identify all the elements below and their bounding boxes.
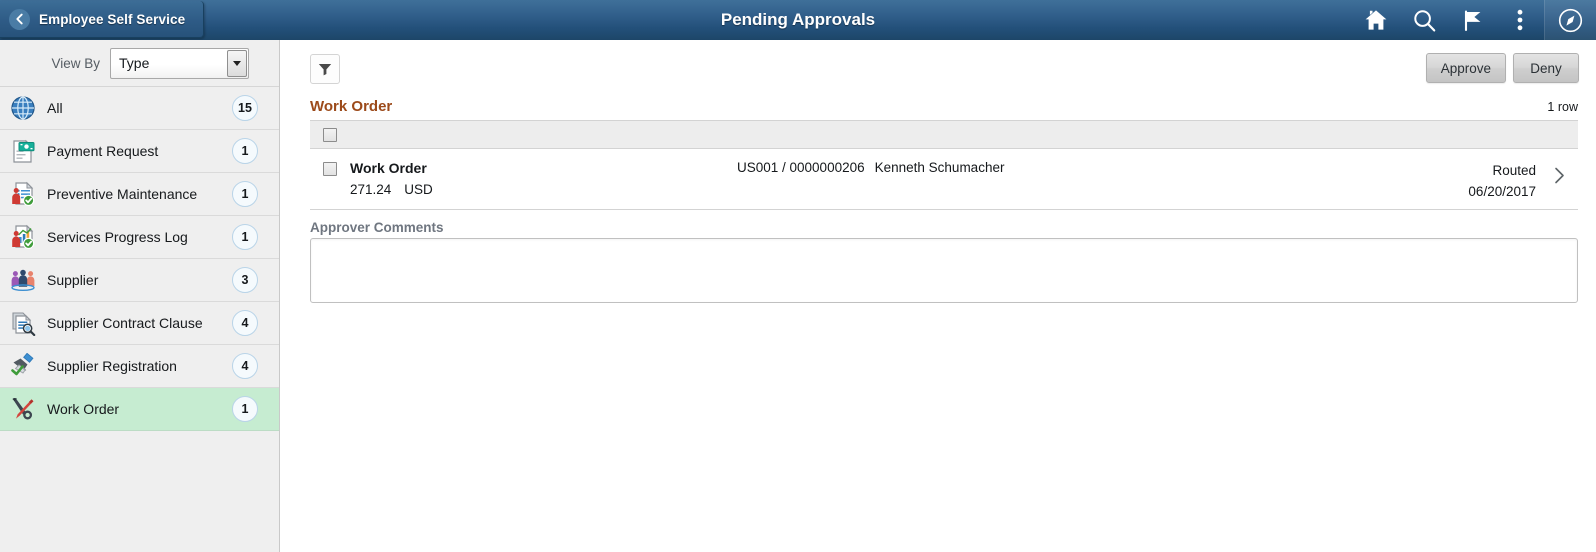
- row-primary-cell: Work Order 271.24 USD: [350, 159, 433, 200]
- status-badge: Routed: [1492, 163, 1536, 178]
- section-header: Work Order 1 row: [310, 98, 1578, 120]
- approval-action-buttons: Approve Deny: [1425, 53, 1579, 83]
- app-header: Employee Self Service Pending Approvals: [0, 0, 1596, 40]
- sidebar-item-preventive-maintenance[interactable]: Preventive Maintenance 1: [0, 173, 279, 216]
- globe-icon: [8, 93, 38, 123]
- row-status-cell: Routed 06/20/2017: [1468, 160, 1536, 202]
- sidebar-item-count: 4: [232, 310, 258, 336]
- back-button[interactable]: Employee Self Service: [0, 1, 205, 38]
- sidebar-item-supplier[interactable]: Supplier 3: [0, 259, 279, 302]
- sidebar-item-payment-request[interactable]: Payment Request 1: [0, 130, 279, 173]
- deny-button[interactable]: Deny: [1513, 53, 1579, 83]
- sidebar-item-count: 1: [232, 396, 258, 422]
- row-title: Work Order: [350, 160, 427, 176]
- header-icon-group: [1352, 0, 1596, 40]
- sidebar-item-count: 1: [232, 138, 258, 164]
- approvals-grid: Work Order 271.24 USD US001 / 0000000206 K…: [310, 120, 1578, 210]
- approver-comments-label: Approver Comments: [310, 220, 444, 235]
- chevron-left-icon: [9, 8, 30, 30]
- home-icon[interactable]: [1352, 0, 1400, 40]
- sidebar-item-label: Supplier: [47, 272, 99, 288]
- row-business-unit-id: US001 / 0000000206: [737, 160, 865, 175]
- sidebar-item-count: 4: [232, 353, 258, 379]
- chevron-down-icon[interactable]: [227, 49, 247, 77]
- row-count-label: 1 row: [1547, 100, 1578, 114]
- row-currency: USD: [404, 182, 433, 197]
- sidebar-item-services-progress-log[interactable]: Services Progress Log 1: [0, 216, 279, 259]
- search-icon[interactable]: [1400, 0, 1448, 40]
- supplier-contract-clause-icon: [8, 308, 38, 338]
- sidebar-item-label: Supplier Registration: [47, 358, 177, 374]
- view-by-label: View By: [51, 55, 100, 71]
- navbar-compass-icon[interactable]: [1544, 0, 1596, 40]
- page-body: View By Type All 15 Payment Request 1 Pr…: [0, 40, 1596, 552]
- approver-comments-input[interactable]: [310, 238, 1578, 303]
- preventive-maintenance-icon: [8, 179, 38, 209]
- table-row[interactable]: Work Order 271.24 USD US001 / 0000000206 K…: [310, 149, 1578, 210]
- sidebar-item-count: 1: [232, 181, 258, 207]
- view-by-bar: View By Type: [0, 40, 279, 87]
- sidebar-item-label: Payment Request: [47, 143, 159, 159]
- work-order-section: Work Order 1 row Work Order 271.24 USD U…: [280, 98, 1596, 210]
- sidebar-item-supplier-contract-clause[interactable]: Supplier Contract Clause 4: [0, 302, 279, 345]
- sidebar-item-count: 15: [232, 95, 258, 121]
- actions-menu-icon[interactable]: [1496, 0, 1544, 40]
- row-date: 06/20/2017: [1468, 184, 1536, 199]
- content-toolbar: Approve Deny: [280, 40, 1596, 98]
- sidebar: View By Type All 15 Payment Request 1 Pr…: [0, 40, 280, 552]
- sidebar-item-label: Preventive Maintenance: [47, 186, 198, 202]
- notifications-flag-icon[interactable]: [1448, 0, 1496, 40]
- supplier-icon: [8, 265, 38, 295]
- sidebar-item-label: All: [47, 100, 63, 116]
- row-amount: 271.24: [350, 182, 392, 197]
- sidebar-item-count: 1: [232, 224, 258, 250]
- approver-comments-block: Approver Comments: [280, 210, 1596, 308]
- row-amount-cell: 271.24 USD: [350, 180, 433, 200]
- sidebar-item-all[interactable]: All 15: [0, 87, 279, 130]
- select-all-checkbox[interactable]: [323, 127, 337, 142]
- sidebar-item-count: 3: [232, 267, 258, 293]
- sidebar-item-label: Services Progress Log: [47, 229, 188, 245]
- back-button-label: Employee Self Service: [39, 11, 186, 27]
- supplier-registration-icon: [8, 351, 38, 381]
- sidebar-item-supplier-registration[interactable]: Supplier Registration 4: [0, 345, 279, 388]
- sidebar-item-label: Supplier Contract Clause: [47, 315, 203, 331]
- filter-button[interactable]: [310, 54, 340, 84]
- work-order-icon: [8, 394, 38, 424]
- chevron-right-icon[interactable]: [1554, 167, 1565, 184]
- filter-funnel-icon: [317, 61, 333, 77]
- services-progress-log-icon: [8, 222, 38, 252]
- row-details-cell: US001 / 0000000206 Kenneth Schumacher: [737, 160, 1004, 175]
- payment-request-icon: [8, 136, 38, 166]
- sidebar-item-label: Work Order: [47, 401, 120, 417]
- row-select-checkbox[interactable]: [323, 162, 337, 176]
- approve-button[interactable]: Approve: [1425, 53, 1506, 83]
- row-requester: Kenneth Schumacher: [874, 160, 1005, 175]
- sidebar-item-list: All 15 Payment Request 1 Preventive Main…: [0, 87, 279, 552]
- section-title: Work Order: [310, 98, 393, 115]
- view-by-select[interactable]: Type: [110, 47, 249, 79]
- main-content: Approve Deny Work Order 1 row Work Order: [280, 40, 1596, 552]
- grid-header-row: [310, 121, 1578, 149]
- sidebar-item-work-order[interactable]: Work Order 1: [0, 388, 279, 431]
- view-by-selected-value: Type: [119, 55, 150, 71]
